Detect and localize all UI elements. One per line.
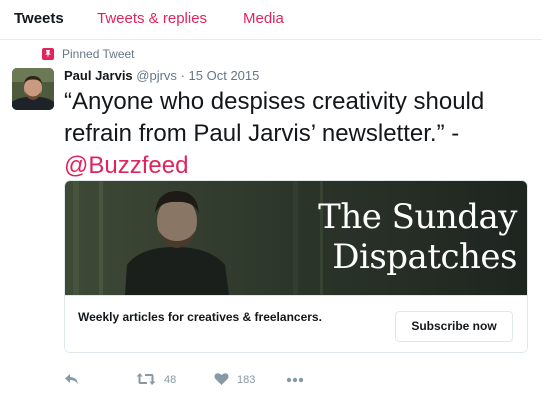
tweet-meta: Paul Jarvis @pjrvs · 15 Oct 2015 [64, 68, 259, 84]
tab-tweets-and-replies[interactable]: Tweets & replies [97, 10, 207, 28]
tab-tweets[interactable]: Tweets [14, 10, 64, 28]
tweet-date[interactable]: 15 Oct 2015 [189, 68, 260, 83]
profile-tabs: Tweets Tweets & replies Media [0, 0, 542, 40]
mention-link[interactable]: @Buzzfeed [64, 152, 188, 179]
author-name[interactable]: Paul Jarvis [64, 68, 133, 83]
retweet-icon [136, 372, 156, 389]
tweet-actions: 48 183 [64, 370, 364, 390]
more-button[interactable] [286, 370, 304, 390]
pinned-indicator: Pinned Tweet [42, 47, 135, 61]
tweet-text: “Anyone who despises creativity should r… [64, 86, 534, 182]
card-image: The Sunday Dispatches [65, 181, 527, 295]
pin-icon [42, 48, 54, 60]
author-handle[interactable]: @pjrvs [136, 68, 177, 83]
like-count: 183 [237, 374, 256, 386]
tweet-body: “Anyone who despises creativity should r… [64, 88, 485, 147]
reply-button[interactable] [64, 370, 80, 390]
card-description: Weekly articles for creatives & freelanc… [78, 310, 322, 324]
tab-media[interactable]: Media [243, 10, 284, 28]
avatar[interactable] [12, 68, 54, 110]
pinned-label: Pinned Tweet [62, 47, 135, 61]
like-button[interactable]: 183 [214, 370, 255, 390]
card-title-line1: The Sunday [318, 197, 517, 237]
card-title-line2: Dispatches [332, 237, 517, 277]
card-footer: Weekly articles for creatives & freelanc… [65, 295, 527, 352]
reply-icon [64, 372, 80, 389]
card-title: The Sunday Dispatches [287, 197, 517, 277]
retweet-count: 48 [164, 374, 177, 386]
meta-separator: · [180, 68, 185, 83]
newsletter-card[interactable]: The Sunday Dispatches Weekly articles fo… [64, 180, 528, 353]
subscribe-button[interactable]: Subscribe now [395, 311, 513, 342]
retweet-button[interactable]: 48 [136, 370, 176, 390]
heart-icon [214, 372, 229, 389]
more-icon [286, 374, 304, 386]
pinned-tweet[interactable]: Pinned Tweet Paul Jarvis @pjrvs · 15 Oct… [0, 40, 542, 400]
